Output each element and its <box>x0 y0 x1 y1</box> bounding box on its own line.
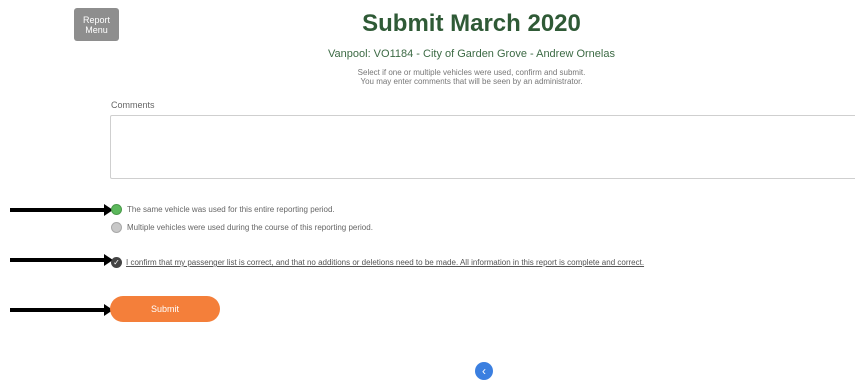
radio-selected-icon[interactable] <box>111 204 122 215</box>
annotation-arrow-confirm <box>10 254 113 266</box>
annotation-arrow-same-vehicle <box>10 204 113 216</box>
radio-unselected-icon[interactable] <box>111 222 122 233</box>
radio-multiple-vehicles[interactable]: Multiple vehicles were used during the c… <box>111 222 373 233</box>
annotation-arrow-submit <box>10 304 113 316</box>
confirm-checkbox-row[interactable]: ✓ I confirm that my passenger list is co… <box>111 257 644 268</box>
instruction-line-2: You may enter comments that will be seen… <box>360 77 583 86</box>
check-icon[interactable]: ✓ <box>111 257 122 268</box>
radio-multiple-vehicles-label: Multiple vehicles were used during the c… <box>127 223 373 232</box>
comments-label: Comments <box>111 100 155 110</box>
radio-same-vehicle-label: The same vehicle was used for this entir… <box>127 205 335 214</box>
page-title: Submit March 2020 <box>362 10 581 37</box>
instruction-line-1: Select if one or multiple vehicles were … <box>357 68 586 77</box>
confirm-label[interactable]: I confirm that my passenger list is corr… <box>126 258 644 267</box>
submit-button[interactable]: Submit <box>110 296 220 322</box>
radio-same-vehicle[interactable]: The same vehicle was used for this entir… <box>111 204 335 215</box>
chevron-left-icon[interactable]: ‹ <box>475 362 493 380</box>
vanpool-subtitle: Vanpool: VO1184 - City of Garden Grove -… <box>328 48 615 60</box>
comments-field[interactable] <box>110 115 855 179</box>
instructions: Select if one or multiple vehicles were … <box>0 68 855 86</box>
